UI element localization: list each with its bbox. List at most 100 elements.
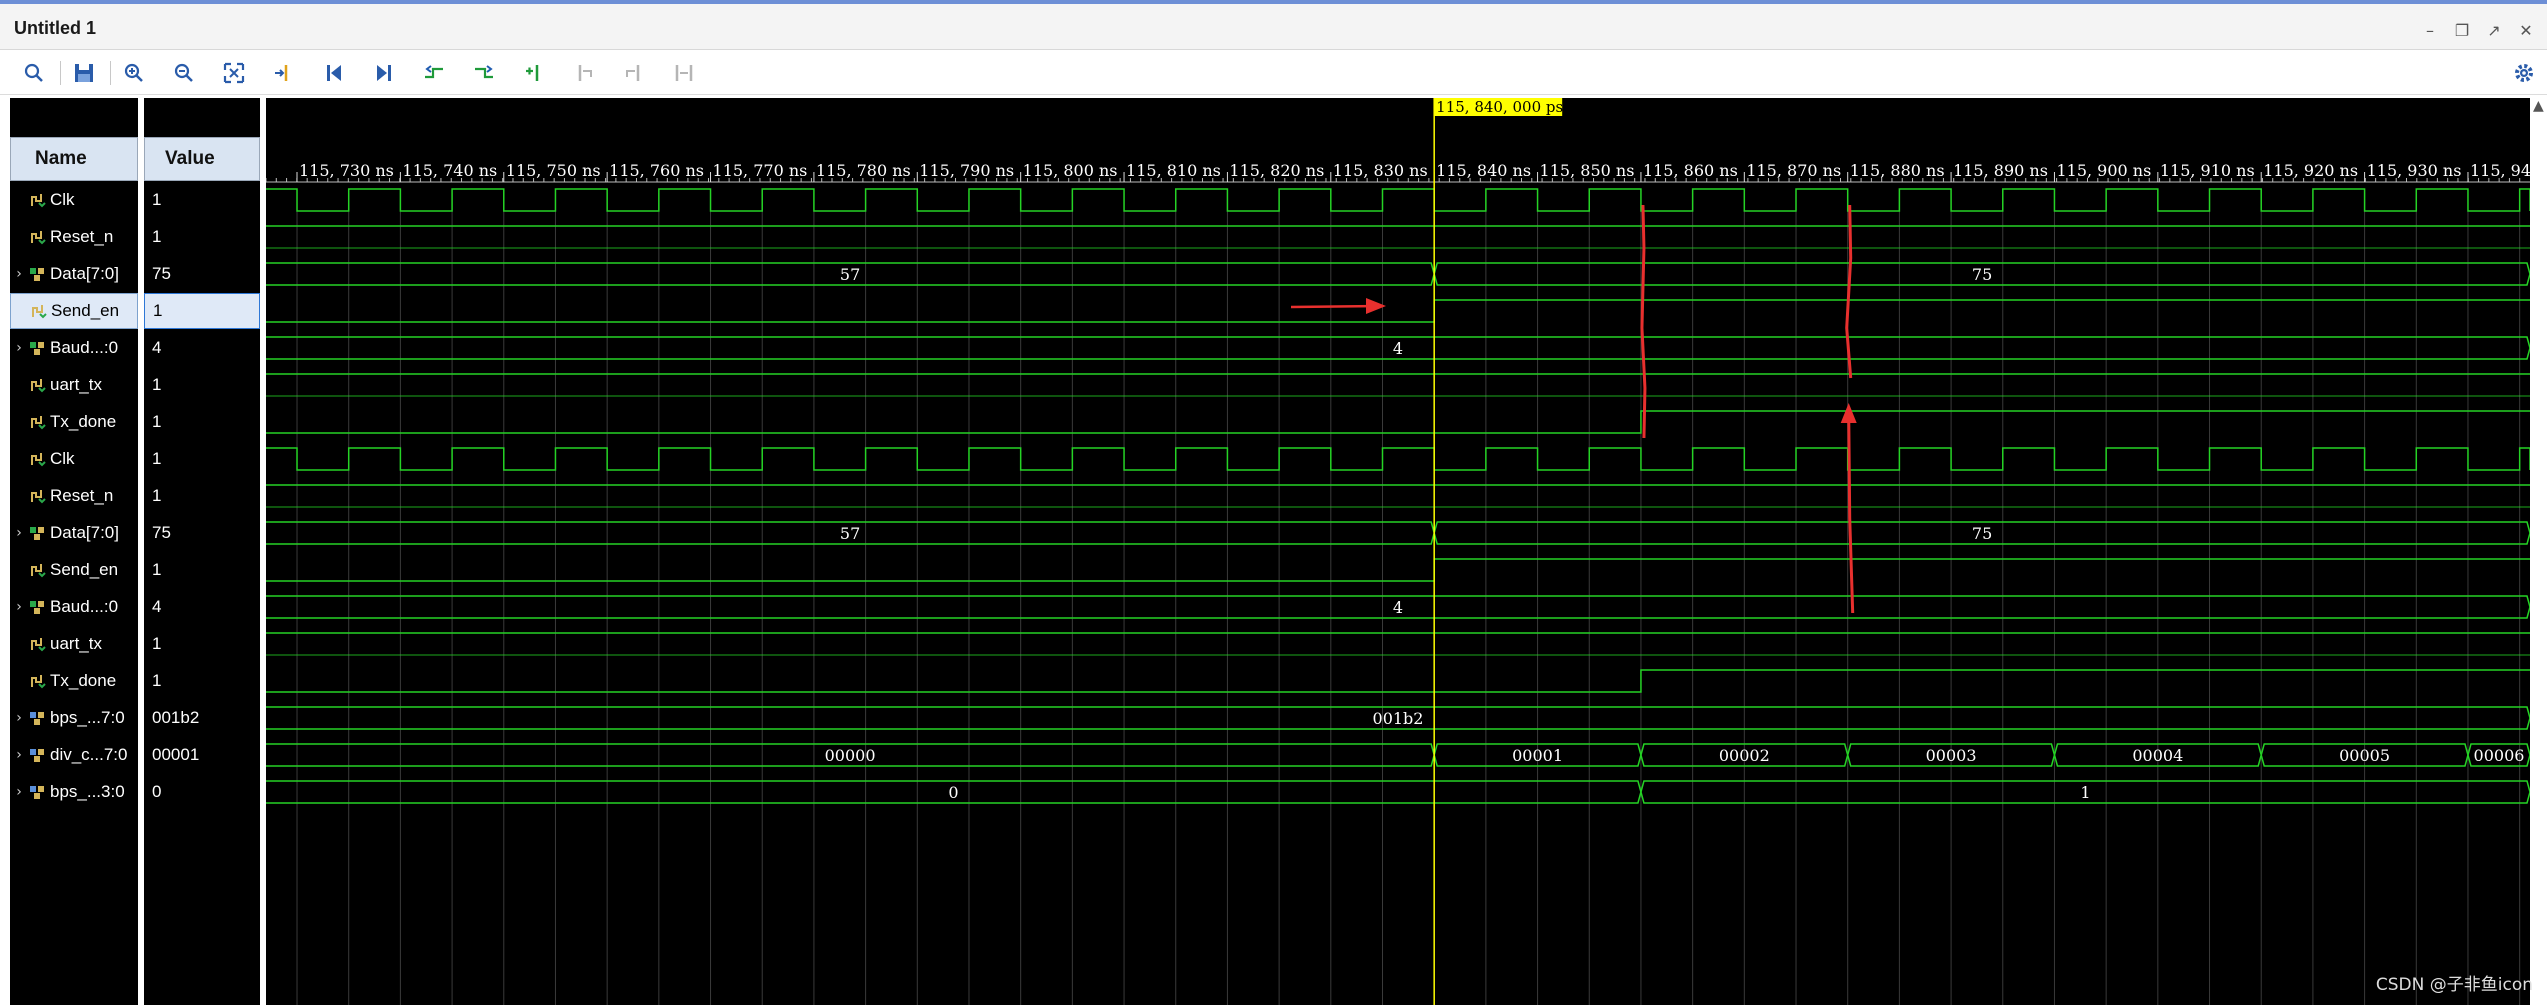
bus-value-label: 00000 <box>825 746 876 765</box>
signal-name: Clk <box>50 449 75 468</box>
zoom-fit-icon[interactable] <box>220 59 248 87</box>
chevron-right-icon[interactable]: › <box>10 710 28 726</box>
chevron-right-icon[interactable]: › <box>10 525 28 541</box>
signal-name: Tx_done <box>50 412 117 431</box>
ruler-tick-label: 115, 930 ns <box>2367 161 2462 180</box>
vertical-scrollbar[interactable] <box>2530 98 2547 1005</box>
signal-row[interactable]: › Data[7:0] <box>10 515 138 551</box>
signal-value[interactable]: 00001 <box>144 737 260 773</box>
go-to-cursor-icon[interactable] <box>270 59 298 87</box>
bus-value-label: 00006 <box>2474 746 2525 765</box>
signal-row[interactable]: Tx_done <box>10 663 138 699</box>
next-transition-icon[interactable] <box>470 59 498 87</box>
signal-value[interactable]: 4 <box>144 330 260 366</box>
annotation-stroke <box>1640 204 1647 439</box>
wire-icon <box>28 413 46 431</box>
signal-name: Send_en <box>51 301 120 320</box>
waveform-area[interactable]: 115, 730 ns 115, 740 ns 115, 750 ns 115, 76… <box>266 98 2530 1005</box>
ruler-tick-label: 115, 890 ns <box>1953 161 2048 180</box>
wire-icon <box>28 635 46 653</box>
signal-row[interactable]: › Baud...:0 <box>10 589 138 625</box>
signal-value[interactable]: 1 <box>144 441 260 477</box>
ruler-tick-label: 115, 830 ns <box>1333 161 1428 180</box>
signal-value[interactable]: 4 <box>144 589 260 625</box>
signal-value[interactable]: 1 <box>144 626 260 662</box>
bus-value-label: 4 <box>1393 598 1403 617</box>
minimize-icon[interactable]: – <box>2419 20 2441 42</box>
wire-icon <box>28 487 46 505</box>
signal-value[interactable]: 75 <box>144 515 260 551</box>
chevron-right-icon[interactable]: › <box>10 784 28 800</box>
signal-row[interactable]: Reset_n <box>10 219 138 255</box>
wire-icon <box>28 450 46 468</box>
bus-value-label: 00005 <box>2339 746 2390 765</box>
signal-row[interactable]: uart_tx <box>10 626 138 662</box>
step-wave <box>266 669 2530 693</box>
chevron-right-icon[interactable]: › <box>10 266 28 282</box>
close-icon[interactable]: ✕ <box>2515 20 2537 42</box>
chevron-right-icon[interactable]: › <box>10 340 28 356</box>
bus-value-label: 57 <box>840 524 860 543</box>
signal-value[interactable]: 1 <box>144 478 260 514</box>
signal-row[interactable]: › bps_...3:0 <box>10 774 138 810</box>
value-column-header[interactable]: Value <box>144 137 260 181</box>
signal-name: bps_...3:0 <box>50 782 125 801</box>
toolbar <box>0 51 2547 95</box>
signal-row[interactable]: › div_c...7:0 <box>10 737 138 773</box>
ruler-tick-label: 115, 910 ns <box>2160 161 2255 180</box>
restore-icon[interactable]: ❐ <box>2451 20 2473 42</box>
signal-value[interactable]: 001b2 <box>144 700 260 736</box>
signal-value[interactable]: 75 <box>144 256 260 292</box>
ruler-tick-label: 115, 840 ns <box>1436 161 1531 180</box>
toolbar-separator <box>60 61 61 85</box>
signal-value[interactable]: 1 <box>144 663 260 699</box>
previous-transition-icon[interactable] <box>420 59 448 87</box>
bus-value-label: 001b2 <box>1373 709 1424 728</box>
signal-value[interactable]: 1 <box>144 404 260 440</box>
signal-value[interactable]: 1 <box>144 367 260 403</box>
ruler-tick-label: 115, 770 ns <box>713 161 808 180</box>
signal-row[interactable]: uart_tx <box>10 367 138 403</box>
signal-value[interactable]: 1 <box>144 552 260 588</box>
signal-value[interactable]: 0 <box>144 774 260 810</box>
zoom-in-icon[interactable] <box>120 59 148 87</box>
bus-icon <box>28 265 46 283</box>
search-icon[interactable] <box>20 59 48 87</box>
signal-row[interactable]: › bps_...7:0 <box>10 700 138 736</box>
signal-row[interactable]: Tx_done <box>10 404 138 440</box>
zoom-out-icon[interactable] <box>170 59 198 87</box>
signal-name: Reset_n <box>50 486 114 505</box>
bus-icon <box>28 746 46 764</box>
signal-name: Baud...:0 <box>50 597 119 616</box>
signal-row[interactable]: Clk <box>10 441 138 477</box>
go-to-end-icon[interactable] <box>370 59 398 87</box>
float-icon[interactable]: ↗ <box>2483 20 2505 42</box>
signal-row[interactable]: Reset_n <box>10 478 138 514</box>
bus-value-label: 57 <box>840 265 860 284</box>
signal-row[interactable]: › Baud...:0 <box>10 330 138 366</box>
window-title: Untitled 1 <box>14 18 97 38</box>
save-icon[interactable] <box>70 59 98 87</box>
signal-row[interactable]: Send_en <box>10 552 138 588</box>
signal-value[interactable]: 1 <box>144 219 260 255</box>
go-to-start-icon[interactable] <box>320 59 348 87</box>
ruler-tick-label: 115, 880 ns <box>1850 161 1945 180</box>
annotation-arrow-head <box>1366 298 1386 314</box>
ruler-tick-label: 115, 740 ns <box>402 161 497 180</box>
signal-row[interactable]: Clk <box>10 182 138 218</box>
step-wave <box>266 299 2530 323</box>
signal-row[interactable]: › Data[7:0] <box>10 256 138 292</box>
add-marker-icon[interactable] <box>520 59 548 87</box>
chevron-right-icon[interactable]: › <box>10 747 28 763</box>
gear-icon[interactable] <box>2510 59 2538 87</box>
signal-value[interactable]: 1 <box>144 182 260 218</box>
ruler-tick-label: 115, 820 ns <box>1229 161 1324 180</box>
name-column-header[interactable]: Name <box>10 137 138 181</box>
scroll-up-icon[interactable]: ▲ <box>2533 98 2544 114</box>
chevron-right-icon[interactable]: › <box>10 599 28 615</box>
signal-row[interactable]: Send_en <box>10 293 138 329</box>
signal-value[interactable]: 1 <box>144 293 260 329</box>
signal-name: Send_en <box>50 560 119 579</box>
ruler-tick-label: 115, 760 ns <box>609 161 704 180</box>
ruler-tick-label: 115, 780 ns <box>816 161 911 180</box>
